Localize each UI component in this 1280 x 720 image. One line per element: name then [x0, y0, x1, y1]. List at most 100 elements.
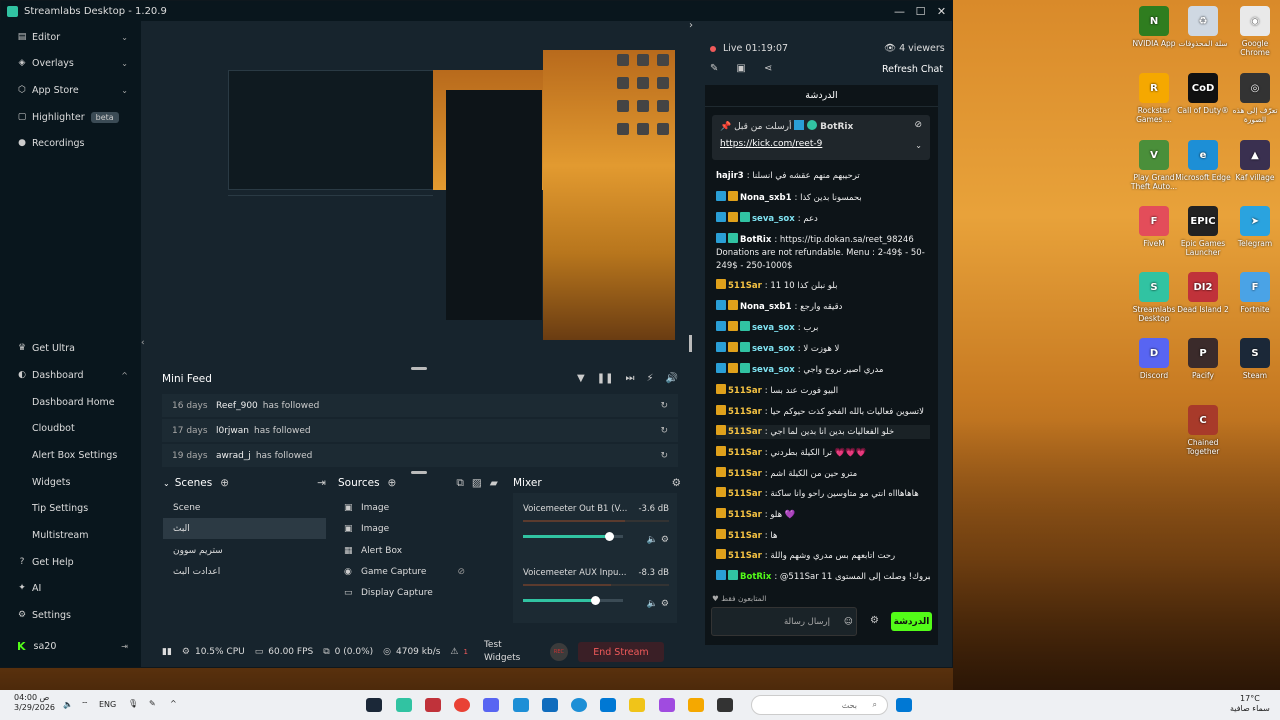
chat-username[interactable]: seva_sox — [752, 365, 795, 375]
nav-recordings[interactable]: ● Recordings — [0, 130, 141, 156]
discord-taskbar-icon[interactable] — [483, 698, 499, 712]
speaker-icon[interactable]: 🔈 — [63, 700, 73, 709]
desktop-icon[interactable]: D Discord — [1126, 338, 1182, 380]
outlook-icon[interactable] — [542, 698, 558, 712]
volume-slider[interactable] — [523, 596, 623, 605]
source-item[interactable]: ▭ Display Capture — [336, 582, 500, 603]
chat-username[interactable]: 511Sar — [728, 448, 762, 458]
desktop-icon[interactable]: CoD Call of Duty® — [1175, 73, 1231, 115]
emoji-icon[interactable]: ☺ — [844, 617, 853, 627]
nav-settings[interactable]: ⚙ Settings — [0, 602, 141, 628]
folder-icon[interactable]: ▰ — [490, 477, 498, 489]
desktop-icon[interactable]: R Rockstar Games ... — [1126, 73, 1182, 124]
gear-icon[interactable]: ⚙ — [661, 599, 669, 609]
scene-item[interactable]: Scene — [163, 497, 326, 518]
chat-username[interactable]: BotRix — [740, 235, 771, 245]
chat-username[interactable]: 511Sar — [728, 510, 762, 520]
file-explorer-icon[interactable] — [629, 698, 645, 712]
microphone-icon[interactable]: 🎙 — [128, 699, 138, 708]
logout-icon[interactable]: ⇥ — [121, 642, 128, 651]
desktop-icon[interactable]: e Microsoft Edge — [1175, 140, 1231, 182]
scene-item[interactable]: اعدادت البث — [163, 561, 326, 582]
desktop-icon[interactable]: ➤ Telegram — [1227, 206, 1280, 248]
refresh-chat-button[interactable]: Refresh Chat — [882, 64, 943, 75]
desktop-icon[interactable]: S Steam — [1227, 338, 1280, 380]
edit-icon[interactable]: ✎ — [710, 63, 718, 74]
chat-username[interactable]: 511Sar — [728, 489, 762, 499]
office-icon[interactable] — [600, 698, 616, 712]
test-widgets-button[interactable]: Test Widgets — [484, 639, 530, 665]
speaker-icon[interactable]: 🔈 — [647, 599, 658, 609]
chat-username[interactable]: 511Sar — [728, 281, 762, 291]
nav-multistream[interactable]: Multistream — [0, 522, 141, 548]
weather-widget[interactable]: 17°C سماء صافية — [1230, 694, 1270, 714]
nav-dashboard[interactable]: ◐ Dashboard ^ — [0, 362, 141, 388]
source-item[interactable]: ▣ Image — [336, 518, 500, 539]
desktop-icon[interactable]: ♻ سلة المحذوفات — [1175, 6, 1231, 48]
desktop-icon[interactable]: S Streamlabs Desktop — [1126, 272, 1182, 323]
filter-icon[interactable]: ▼ — [577, 373, 585, 384]
source-item[interactable]: ▣ Image — [336, 497, 500, 518]
source-image-icon[interactable]: ▨ — [472, 477, 482, 489]
rockstar-taskbar-icon[interactable] — [688, 698, 704, 712]
preview-resize-handle[interactable] — [689, 335, 692, 352]
chat-username[interactable]: hajir3 — [716, 171, 744, 181]
chat-settings-icon[interactable]: ⚙ — [870, 615, 879, 626]
chat-username[interactable]: 511Sar — [728, 427, 762, 437]
microsoft-store-icon[interactable] — [513, 698, 529, 712]
steam-taskbar-icon[interactable] — [366, 698, 382, 712]
expand-chat-icon[interactable]: › — [689, 20, 693, 31]
end-stream-button[interactable]: End Stream — [577, 642, 664, 662]
app-taskbar-icon[interactable] — [425, 698, 441, 712]
replay-icon[interactable]: ↻ — [660, 426, 668, 436]
desktop-icon[interactable]: V Play Grand Theft Auto... — [1126, 140, 1182, 191]
search-box[interactable]: بحث ⌕ — [751, 695, 888, 715]
desktop-icon[interactable]: ◉ Google Chrome — [1227, 6, 1280, 57]
nav-cloudbot[interactable]: Cloudbot — [0, 415, 141, 441]
chat-username[interactable]: Nona_sxb1 — [740, 302, 792, 312]
chevron-up-icon[interactable]: ^ — [170, 699, 177, 708]
start-menu-icon[interactable] — [896, 698, 912, 712]
gear-icon[interactable]: ⚙ — [672, 477, 681, 489]
copilot-icon[interactable] — [659, 698, 675, 712]
language-indicator[interactable]: ENG — [99, 700, 116, 709]
nav-widgets[interactable]: Widgets — [0, 469, 141, 495]
nav-highlighter[interactable]: ▢ Highlighter beta — [0, 104, 141, 130]
share-icon[interactable]: ⋖ — [764, 63, 772, 74]
desktop-icon[interactable]: N NVIDIA App — [1126, 6, 1182, 48]
clock[interactable]: 04:00 ص 3/29/2026 — [14, 693, 55, 713]
mute-alerts-icon[interactable]: ⚡ — [647, 373, 654, 384]
nav-ai[interactable]: ✦ AI — [0, 575, 141, 601]
chat-username[interactable]: seva_sox — [752, 344, 795, 354]
speaker-icon[interactable]: 🔈 — [647, 535, 658, 545]
nav-get-help[interactable]: ? Get Help — [0, 549, 141, 575]
chat-tab[interactable]: الدردشة — [705, 85, 938, 107]
source-item[interactable]: ▦ Alert Box — [336, 540, 500, 561]
add-source-icon[interactable]: ⊕ — [388, 477, 397, 489]
volume-slider[interactable] — [523, 532, 623, 541]
chat-username[interactable]: 511Sar — [728, 407, 762, 417]
media-icon[interactable]: ▣ — [736, 63, 745, 74]
chat-username[interactable]: 511Sar — [728, 386, 762, 396]
nav-tip-settings[interactable]: Tip Settings — [0, 495, 141, 521]
scene-item[interactable]: البث — [163, 518, 326, 539]
pause-icon[interactable]: ❚❚ — [597, 373, 614, 384]
skip-icon[interactable]: ⏭ — [626, 373, 635, 384]
close-button[interactable]: ✕ — [931, 5, 952, 18]
source-layout-icon[interactable]: ⧉ — [456, 477, 464, 490]
user-account[interactable]: Ksa20 ⇥ — [0, 633, 141, 659]
nav-overlays[interactable]: ◈ Overlays ⌄ — [0, 50, 141, 76]
record-button[interactable]: REC — [549, 643, 568, 661]
pen-icon[interactable]: ✎ — [149, 699, 156, 708]
chevron-down-icon[interactable]: ⌄ — [163, 479, 170, 488]
chat-username[interactable]: 511Sar — [728, 531, 762, 541]
scene-item[interactable]: ستريم سوون — [163, 540, 326, 561]
replay-icon[interactable]: ↻ — [660, 451, 668, 461]
hidden-eye-icon[interactable]: ⊘ — [457, 567, 465, 577]
unpin-icon[interactable]: ⊘ — [914, 120, 922, 130]
chat-send-button[interactable]: الدردشة — [891, 612, 932, 631]
chat-input[interactable]: إرسال رسالة ☺ — [711, 607, 857, 636]
nav-app-store[interactable]: ⬡ App Store ⌄ — [0, 77, 141, 103]
streamlabs-taskbar-icon[interactable] — [396, 698, 412, 712]
gear-icon[interactable]: ⚙ — [661, 535, 669, 545]
